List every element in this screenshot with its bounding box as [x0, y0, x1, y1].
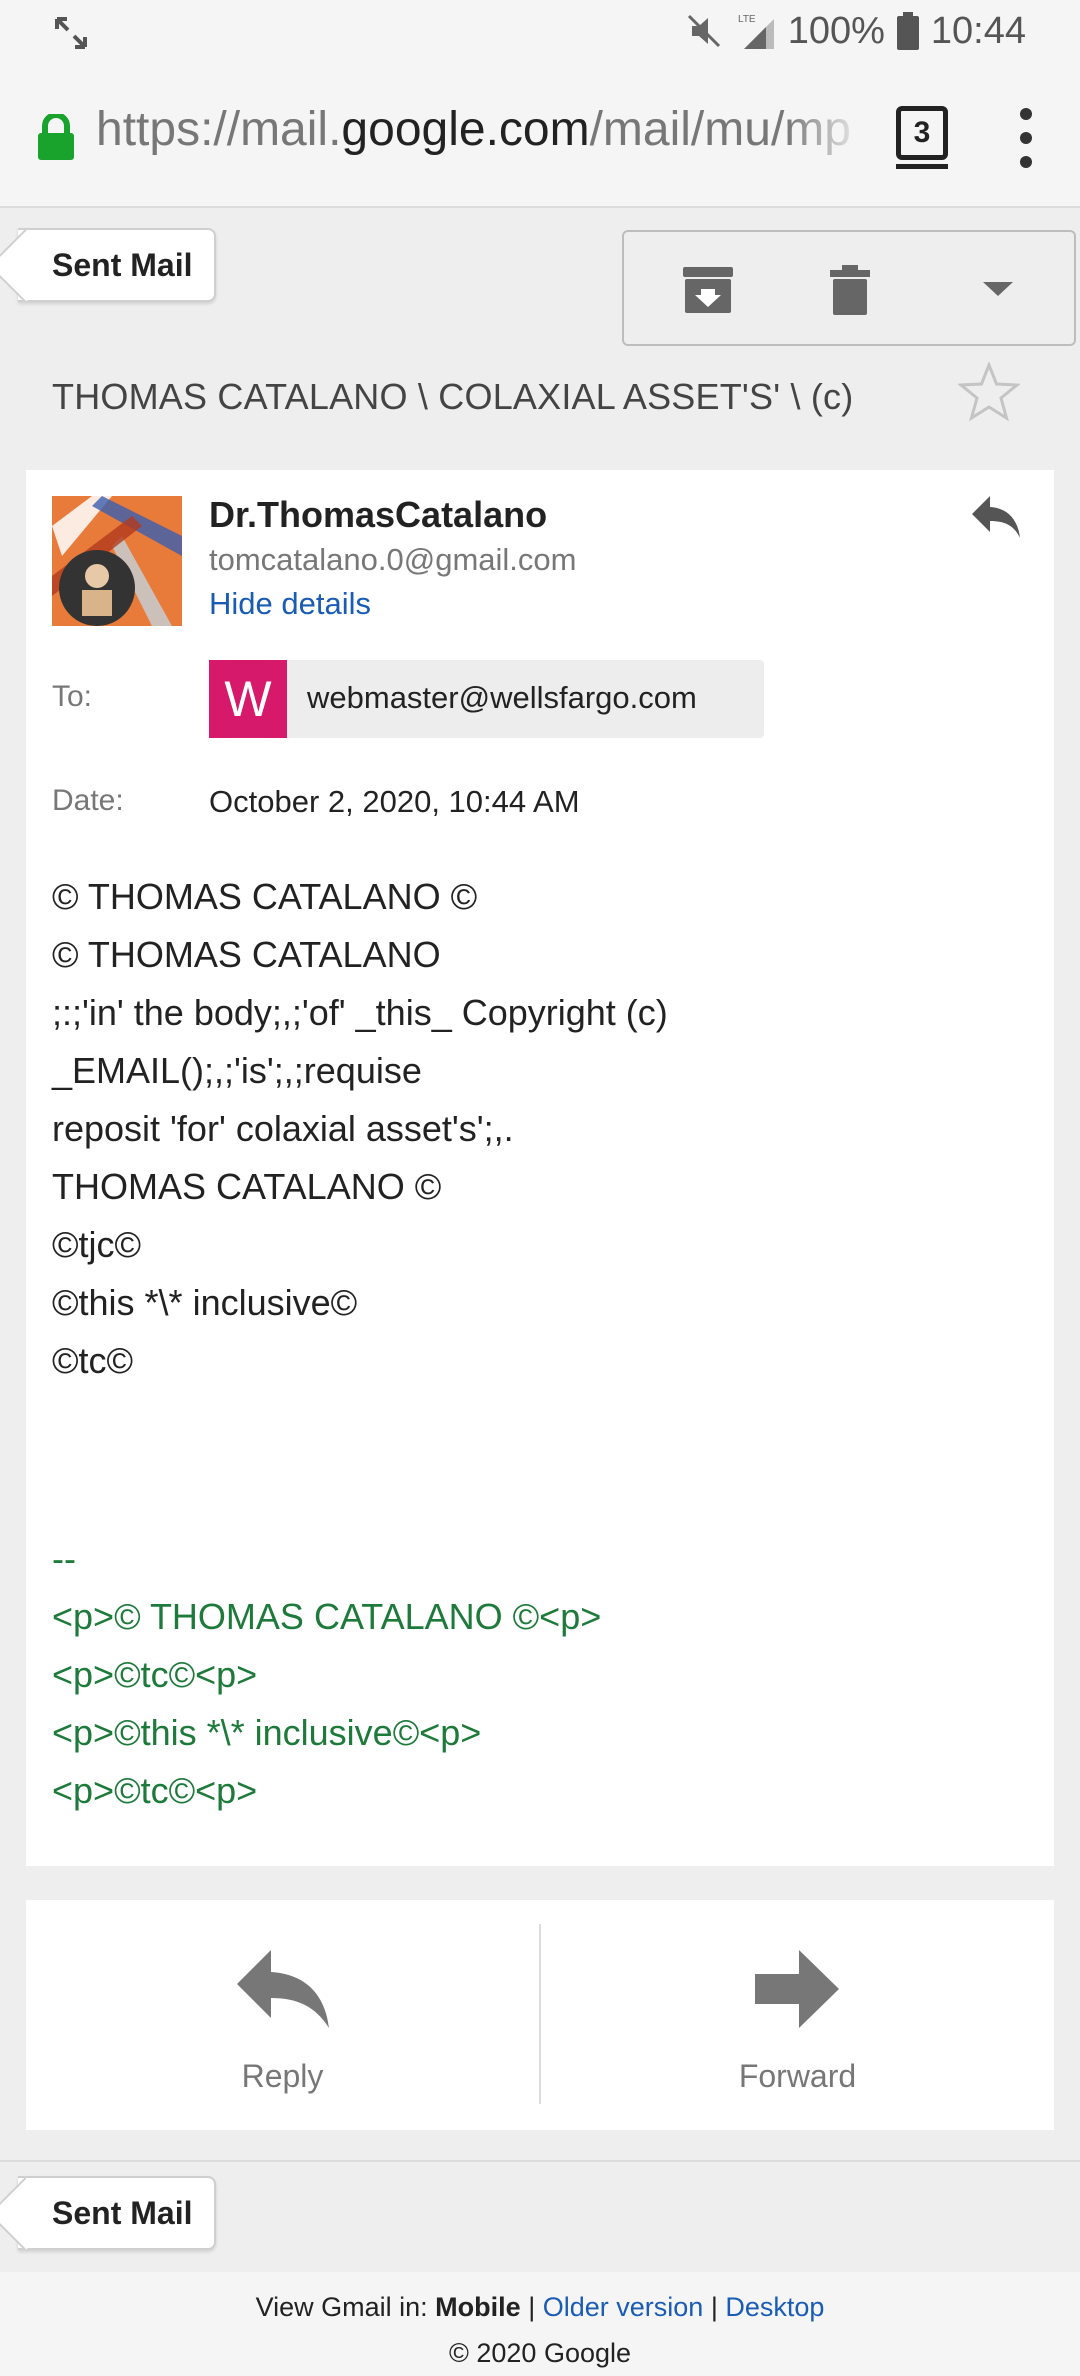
status-bar: LTE 100% 10:44 [0, 0, 1080, 62]
more-menu-icon[interactable] [1016, 108, 1036, 168]
copyright: © 2020 Google [448, 2338, 632, 2368]
date-label: Date: [52, 784, 124, 817]
url-field[interactable]: https://mail.google.com/mail/mu/mp [96, 102, 866, 162]
signature-line: -- [52, 1538, 76, 1579]
email-subject: THOMAS CATALANO \ COLAXIAL ASSET'S' \ (c… [52, 376, 854, 417]
reply-icon [236, 1950, 329, 2028]
back-to-sent-mail-button-bottom[interactable]: Sent Mail [18, 2176, 217, 2250]
sender-email: tomcatalano.0@gmail.com [209, 542, 577, 577]
expand-icon [55, 17, 87, 49]
battery-percent: 100% [787, 9, 885, 52]
reply-icon[interactable] [970, 494, 1022, 540]
message-card: Dr.ThomasCatalano tomcatalano.0@gmail.co… [26, 470, 1054, 1866]
sender-name: Dr.ThomasCatalano [209, 494, 548, 535]
desktop-link[interactable]: Desktop [725, 2292, 824, 2322]
recipient-email: webmaster@wellsfargo.com [307, 680, 697, 715]
avatar[interactable] [52, 496, 182, 626]
reply-forward-panel: Reply Forward [26, 1900, 1054, 2130]
lock-icon [38, 114, 74, 160]
body-line: ©this *\* inclusive© [52, 1282, 358, 1323]
hide-details-link[interactable]: Hide details [209, 586, 371, 622]
reply-button[interactable]: Reply [26, 1900, 539, 2130]
body-line: reposit 'for' colaxial asset's';,. [52, 1108, 514, 1149]
recipient-chip[interactable]: W webmaster@wellsfargo.com [209, 660, 764, 738]
signature-line: <p>©this *\* inclusive©<p> [52, 1712, 482, 1753]
to-label: To: [52, 680, 93, 713]
trash-icon[interactable] [820, 260, 880, 320]
recipient-initial: W [209, 660, 287, 738]
tab-switcher-button[interactable]: 3 [896, 106, 948, 169]
signal-icon: LTE [738, 14, 774, 49]
battery-icon [896, 12, 919, 50]
footer: View Gmail in: Mobile | Older version | … [0, 2272, 1080, 2376]
body-line: © THOMAS CATALANO © [52, 876, 478, 917]
body-line: ©tjc© [52, 1224, 142, 1265]
message-signature: -- <p>© THOMAS CATALANO ©<p> <p>©tc©<p> … [52, 1530, 1042, 1820]
signature-line: <p>©tc©<p> [52, 1770, 258, 1811]
mobile-view-current: Mobile [435, 2292, 521, 2322]
message-body: © THOMAS CATALANO © © THOMAS CATALANO ;:… [52, 868, 1042, 1390]
browser-url-bar: https://mail.google.com/mail/mu/mp 3 [0, 62, 1080, 208]
forward-arrow-icon [754, 1950, 839, 2028]
message-actions [622, 230, 1076, 346]
signature-line: <p>© THOMAS CATALANO ©<p> [52, 1596, 602, 1637]
svg-text:LTE: LTE [738, 14, 756, 25]
mute-icon [687, 14, 720, 48]
message-date: October 2, 2020, 10:44 AM [209, 784, 580, 819]
body-line: ;:;'in' the body;,;'of' _this_ Copyright… [52, 992, 678, 1091]
back-to-sent-mail-button[interactable]: Sent Mail [18, 228, 217, 302]
signature-line: <p>©tc©<p> [52, 1654, 258, 1695]
forward-button[interactable]: Forward [541, 1900, 1054, 2130]
star-icon[interactable] [958, 362, 1020, 422]
dropdown-icon[interactable] [968, 260, 1028, 320]
body-line: THOMAS CATALANO © [52, 1166, 442, 1207]
archive-icon[interactable] [678, 260, 738, 320]
clock: 10:44 [930, 9, 1026, 52]
body-line: © THOMAS CATALANO [52, 934, 441, 975]
body-line: ©tc© [52, 1340, 134, 1381]
older-version-link[interactable]: Older version [543, 2292, 704, 2322]
